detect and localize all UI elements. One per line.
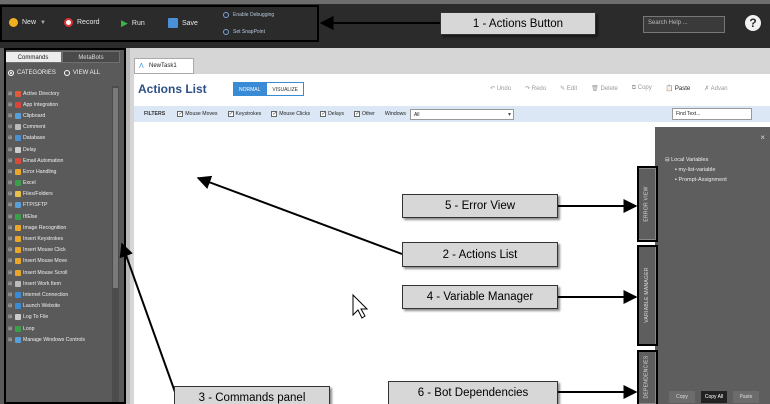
tree-item-label: my-list-variable [678, 167, 716, 173]
tree-item-label: Local Variables [671, 157, 709, 163]
help-icon[interactable]: ? [745, 15, 761, 31]
undo-label: Undo [496, 86, 512, 92]
close-icon[interactable]: × [760, 133, 765, 142]
tree-item-label: Prompt-Assignment [678, 177, 727, 183]
tree-item-local-variables[interactable]: ⊟ Local Variables [665, 155, 727, 165]
help-search-input[interactable]: Search Help ... [643, 16, 725, 33]
edit-label: Edit [566, 86, 578, 92]
checkbox-icon: ✓ [320, 111, 327, 117]
variable-panel-buttons: Copy Copy All Paste [669, 391, 759, 403]
redo-label: Redo [531, 86, 547, 92]
delete-button[interactable]: 🗑 Delete [591, 85, 618, 92]
filter-keystrokes[interactable]: ✓ Keystrokes [227, 111, 262, 117]
tree-item-variable[interactable]: ▪ my-list-variable [665, 165, 727, 175]
redo-button[interactable]: ↷ Redo [525, 85, 546, 92]
filters-bar: FILTERS ✓ Mouse Moves ✓ Keystrokes ✓ Mouse … [134, 106, 770, 122]
copy-label: Copy [637, 85, 652, 91]
checkbox-icon: ✓ [271, 111, 278, 117]
callout-commands-panel: 3 - Commands panel [174, 386, 330, 404]
normal-mode-button[interactable]: NORMAL [233, 82, 267, 96]
windows-select[interactable]: All [409, 108, 514, 120]
highlight-variable-manager [637, 245, 658, 346]
filter-delays-label: Delays [328, 111, 344, 117]
callout-bot-dependencies: 6 - Bot Dependencies [388, 381, 558, 404]
windows-label: Windows [384, 111, 406, 117]
callout-actions-list: 2 - Actions List [402, 242, 558, 267]
highlight-dependencies [637, 350, 658, 404]
automation-anywhere-logo-icon: Λ [139, 63, 144, 70]
edit-button[interactable]: ✎ Edit [560, 85, 577, 92]
filter-other-label: Other [361, 111, 375, 117]
callout-error-view: 5 - Error View [402, 194, 558, 218]
variable-manager-panel: × ⊟ Local Variables ▪ my-list-variable ▪… [655, 127, 770, 404]
advanced-label: Advan [710, 86, 728, 92]
find-text-input[interactable]: Find Text... [672, 108, 752, 120]
highlight-actions-button [0, 5, 319, 42]
toolbar-accent-strip [0, 0, 770, 4]
highlight-commands-panel [4, 48, 126, 404]
tree-item-variable[interactable]: ▪ Prompt-Assignment [665, 175, 727, 185]
edit-actions-bar: ↶ Undo ↷ Redo ✎ Edit 🗑 Delete ⧉ Copy 📋 P… [490, 85, 728, 92]
highlight-error-view [637, 166, 658, 242]
advanced-button[interactable]: ✗ Advan [704, 85, 727, 92]
paste-label: Paste [674, 86, 691, 92]
doc-tab-label: NewTask1 [149, 63, 177, 69]
filter-mouse-clicks-label: Mouse Clicks [279, 111, 311, 117]
filter-delays[interactable]: ✓ Delays [320, 111, 344, 117]
paste-button[interactable]: 📋 Paste [666, 85, 690, 92]
delete-label: Delete [600, 86, 618, 92]
copy-button[interactable]: ⧉ Copy [632, 85, 652, 92]
variable-tree: ⊟ Local Variables ▪ my-list-variable ▪ P… [665, 155, 727, 185]
view-mode-toggle: NORMAL VISUALIZE [233, 82, 304, 96]
checkbox-icon: ✓ [177, 111, 184, 117]
copy-all-button[interactable]: Copy All [701, 391, 727, 403]
doc-tab-newtask1[interactable]: Λ NewTask1 [134, 58, 194, 74]
filter-keystrokes-label: Keystrokes [235, 111, 262, 117]
checkbox-icon: ✓ [353, 111, 360, 117]
filters-label: FILTERS [144, 111, 166, 117]
visualize-mode-button[interactable]: VISUALIZE [266, 82, 304, 96]
callout-variable-manager: 4 - Variable Manager [402, 285, 558, 309]
paste-variable-button[interactable]: Paste [733, 391, 759, 403]
filter-other[interactable]: ✓ Other [353, 111, 375, 117]
checkbox-icon: ✓ [227, 111, 234, 117]
callout-actions-button: 1 - Actions Button [440, 12, 596, 35]
filter-mouse-moves-label: Mouse Moves [185, 111, 218, 117]
page-title: Actions List [138, 82, 207, 96]
undo-button[interactable]: ↶ Undo [490, 85, 511, 92]
copy-variable-button[interactable]: Copy [669, 391, 695, 403]
filter-mouse-clicks[interactable]: ✓ Mouse Clicks [271, 111, 310, 117]
filter-mouse-moves[interactable]: ✓ Mouse Moves [177, 111, 218, 117]
